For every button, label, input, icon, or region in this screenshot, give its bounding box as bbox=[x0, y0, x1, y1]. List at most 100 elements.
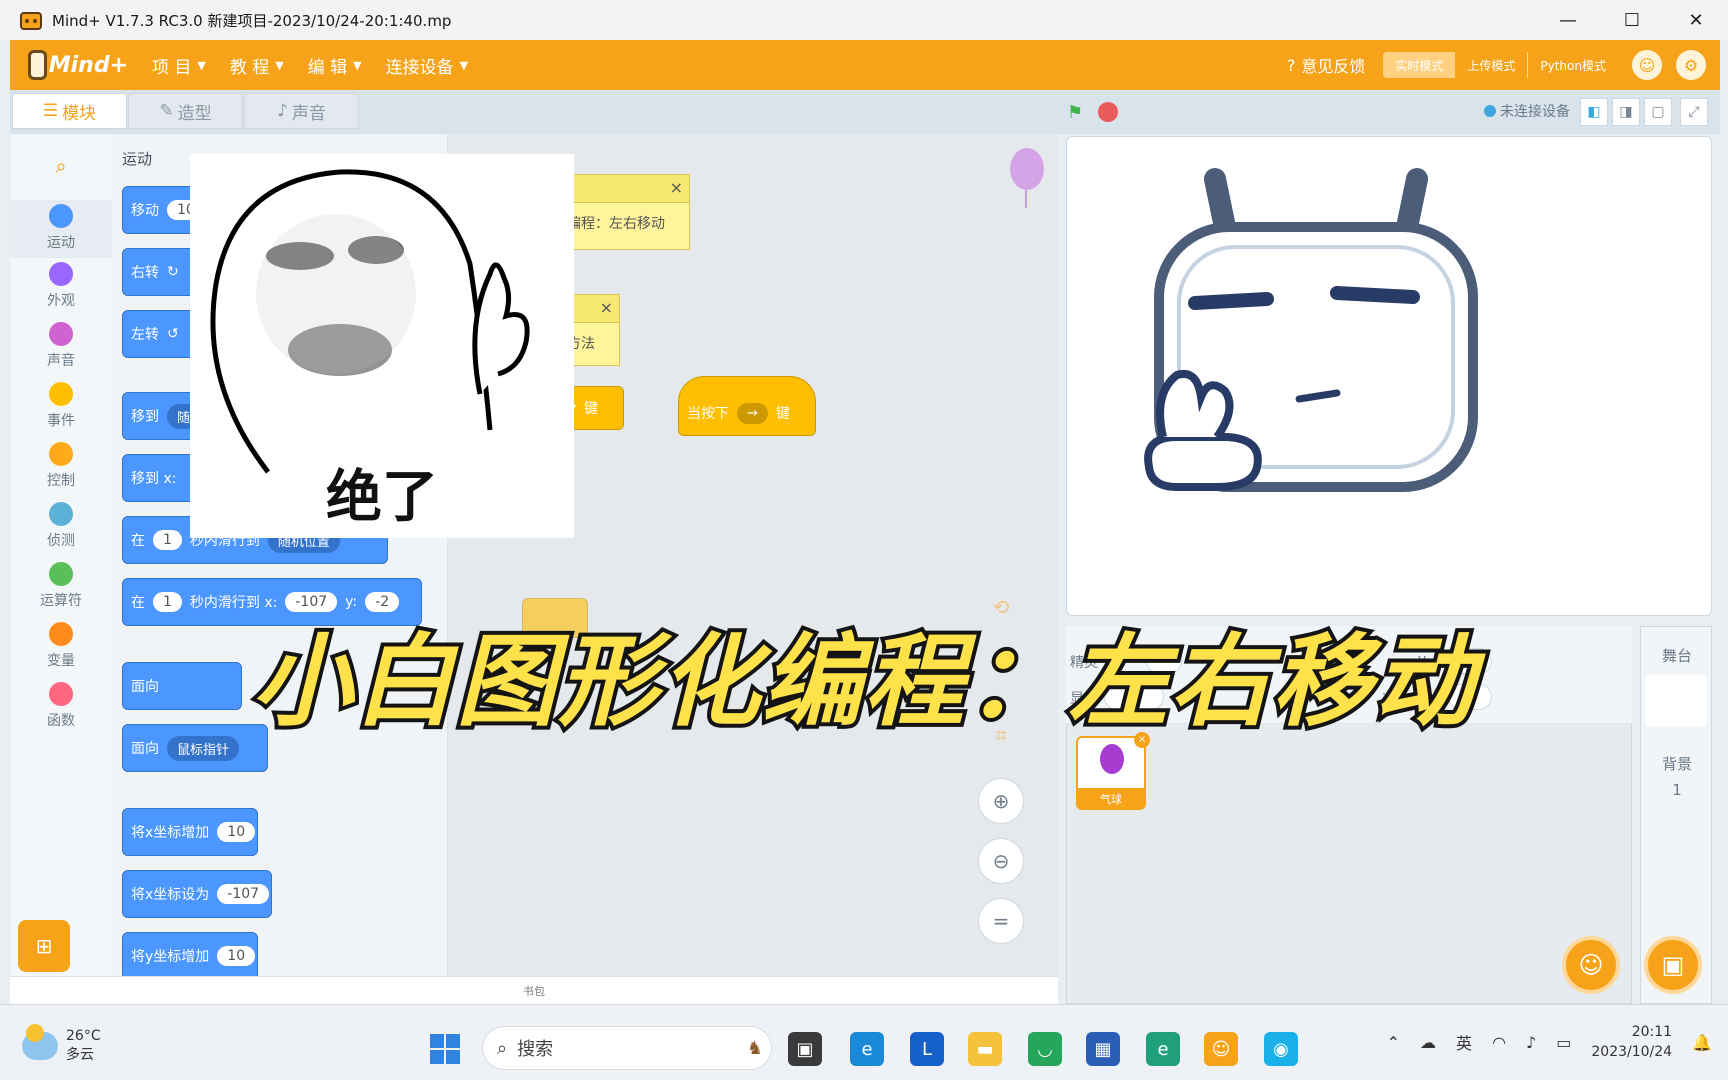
feedback-button[interactable]: ? 意见反馈 bbox=[1287, 53, 1366, 77]
category-dot bbox=[49, 442, 73, 466]
green-flag-icon[interactable]: ⚑ bbox=[1067, 102, 1087, 123]
lenovo-app-icon[interactable]: L bbox=[910, 1032, 944, 1066]
block-input[interactable]: 10 bbox=[217, 946, 256, 966]
category-variables[interactable]: 变量 bbox=[10, 622, 112, 670]
backpack-bar[interactable]: 书包 bbox=[10, 976, 1058, 1004]
battery-icon[interactable]: ▭ bbox=[1556, 1033, 1571, 1052]
maximize-button[interactable]: ☐ bbox=[1600, 0, 1664, 40]
python-mode-button[interactable]: Python模式 bbox=[1527, 52, 1618, 78]
ie-browser-icon[interactable]: e bbox=[850, 1032, 884, 1066]
clock-date: 2023/10/24 bbox=[1591, 1044, 1673, 1060]
chevron-down-icon: ▼ bbox=[459, 58, 469, 72]
user-avatar[interactable]: ☺ bbox=[1632, 50, 1662, 80]
chevron-up-icon[interactable]: ⌃ bbox=[1387, 1033, 1400, 1052]
horse-icon: ♞ bbox=[746, 1037, 763, 1059]
zoom-out-icon[interactable]: ⊖ bbox=[978, 838, 1024, 884]
gear-icon[interactable]: ⚙ bbox=[1676, 50, 1706, 80]
category-dot bbox=[49, 502, 73, 526]
category-dot bbox=[49, 622, 73, 646]
block-dropdown[interactable]: → bbox=[737, 402, 768, 424]
realtime-mode-button[interactable]: 实时模式 bbox=[1383, 52, 1456, 78]
category-dot bbox=[49, 382, 73, 406]
question-icon: ? bbox=[1286, 55, 1296, 75]
file-explorer-icon[interactable]: ▬ bbox=[968, 1032, 1002, 1066]
sprite-thumbnail[interactable]: × 气球 bbox=[1076, 732, 1150, 810]
rotate-cw-icon: ↻ bbox=[167, 264, 179, 280]
taskbar-search[interactable]: ⌕ 搜索 ♞ bbox=[482, 1026, 772, 1070]
menu-tutorial[interactable]: 教 程 ▼ bbox=[230, 53, 284, 78]
menu-edit[interactable]: 编 辑 ▼ bbox=[308, 53, 362, 78]
zoom-reset-icon[interactable]: = bbox=[978, 898, 1024, 944]
tab-blocks[interactable]: ☰ 模块 bbox=[12, 93, 127, 129]
recorder-app-icon[interactable]: ◉ bbox=[1264, 1032, 1298, 1066]
task-view-icon[interactable]: ▣ bbox=[788, 1032, 822, 1066]
category-motion[interactable]: 运动 bbox=[10, 200, 112, 258]
meme-caption: 绝了 bbox=[326, 465, 438, 530]
menu-connect-device[interactable]: 连接设备 ▼ bbox=[386, 53, 468, 78]
comment-note[interactable]: × 编程：左右移动 bbox=[560, 174, 690, 250]
zoom-in-icon[interactable]: ⊕ bbox=[978, 778, 1024, 824]
when-key-pressed-block[interactable]: 当按下 → 键 bbox=[678, 376, 816, 436]
block-set-x[interactable]: 将x坐标设为 -107 bbox=[122, 870, 272, 918]
stage-canvas[interactable] bbox=[1066, 136, 1712, 616]
block-input[interactable]: 1 bbox=[153, 530, 182, 550]
block-change-x[interactable]: 将x坐标增加 10 bbox=[122, 808, 258, 856]
clock-time: 20:11 bbox=[1631, 1024, 1673, 1040]
stop-icon[interactable] bbox=[1098, 102, 1118, 122]
category-dot bbox=[49, 682, 73, 706]
category-functions[interactable]: 函数 bbox=[10, 682, 112, 730]
weather-temp: 26°C bbox=[66, 1028, 101, 1044]
backdrop-count: 1 bbox=[1672, 781, 1682, 799]
tab-costumes[interactable]: ✎ 造型 bbox=[128, 93, 243, 129]
balloon-icon bbox=[1100, 744, 1124, 774]
layout-small-stage-button[interactable]: ◧ bbox=[1580, 98, 1608, 126]
clock[interactable]: 20:11 2023/10/24 bbox=[1591, 1022, 1672, 1062]
weather-widget[interactable]: 26°C 多云 bbox=[22, 1024, 101, 1065]
mindplus-taskbar-icon[interactable]: ☺ bbox=[1204, 1032, 1238, 1066]
close-icon[interactable]: × bbox=[600, 298, 613, 317]
category-looks[interactable]: 外观 bbox=[10, 262, 112, 310]
wifi-icon[interactable]: ◠ bbox=[1492, 1033, 1506, 1052]
weather-desc: 多云 bbox=[66, 1047, 94, 1063]
minimize-button[interactable]: — bbox=[1536, 0, 1600, 40]
category-sound[interactable]: 声音 bbox=[10, 322, 112, 370]
window-titlebar: Mind+ V1.7.3 RC3.0 新建项目-2023/10/24-20:1:… bbox=[0, 0, 1728, 40]
close-icon[interactable]: × bbox=[670, 178, 683, 197]
windows-start-icon[interactable] bbox=[428, 1032, 462, 1066]
block-input[interactable]: -107 bbox=[217, 884, 270, 904]
category-operators[interactable]: 运算符 bbox=[10, 562, 112, 610]
comment-text: 编程：左右移动 bbox=[567, 216, 665, 232]
cloud-offline-icon[interactable]: ☁ bbox=[1420, 1033, 1436, 1052]
search-icon: ⌕ bbox=[497, 1037, 508, 1059]
category-sensing[interactable]: 侦测 bbox=[10, 502, 112, 550]
backdrop-label: 背景 bbox=[1661, 755, 1692, 773]
tab-sounds[interactable]: ♪ 声音 bbox=[244, 93, 359, 129]
block-categories: ⌕ 运动 外观 声音 事件 控制 侦测 运算符 变量 函数 bbox=[10, 134, 112, 976]
upload-mode-button[interactable]: 上传模式 bbox=[1455, 52, 1527, 78]
block-change-y[interactable]: 将y坐标增加 10 bbox=[122, 932, 258, 980]
stage-thumbnail[interactable] bbox=[1645, 675, 1707, 727]
store-bag-icon[interactable]: ◡ bbox=[1028, 1032, 1062, 1066]
video-caption-overlay: 小白图形化编程：左右移动 bbox=[248, 619, 1478, 744]
category-dot bbox=[49, 562, 73, 586]
layout-normal-stage-button[interactable]: ◨ bbox=[1612, 98, 1640, 126]
speaker-icon: ♪ bbox=[277, 101, 288, 121]
layout-large-stage-button[interactable]: ▢ bbox=[1644, 98, 1672, 126]
fullscreen-icon[interactable]: ⤢ bbox=[1680, 98, 1708, 126]
category-control[interactable]: 控制 bbox=[10, 442, 112, 490]
close-window-button[interactable]: ✕ bbox=[1664, 0, 1728, 40]
notification-bell-icon[interactable]: 🔔 bbox=[1692, 1033, 1712, 1052]
category-events[interactable]: 事件 bbox=[10, 382, 112, 430]
sprite-thumbnail-label: 气球 bbox=[1078, 788, 1144, 808]
category-search[interactable]: ⌕ bbox=[10, 154, 112, 178]
add-sprite-button[interactable]: ☺ bbox=[1562, 936, 1620, 994]
ms-store-icon[interactable]: ▦ bbox=[1086, 1032, 1120, 1066]
edge-browser-icon[interactable]: e bbox=[1146, 1032, 1180, 1066]
app-menubar: Mind+ 项 目 ▼ 教 程 ▼ 编 辑 ▼ 连接设备 ▼ ? 意见反馈 实时模式 上… bbox=[10, 40, 1720, 90]
speaker-icon[interactable]: ♪ bbox=[1526, 1033, 1536, 1052]
extensions-button[interactable]: ⊞ bbox=[18, 920, 70, 972]
input-method-indicator[interactable]: 英 bbox=[1456, 1030, 1472, 1054]
add-backdrop-button[interactable]: ▣ bbox=[1644, 936, 1702, 994]
menu-project[interactable]: 项 目 ▼ bbox=[152, 53, 206, 78]
block-input[interactable]: 10 bbox=[217, 822, 256, 842]
